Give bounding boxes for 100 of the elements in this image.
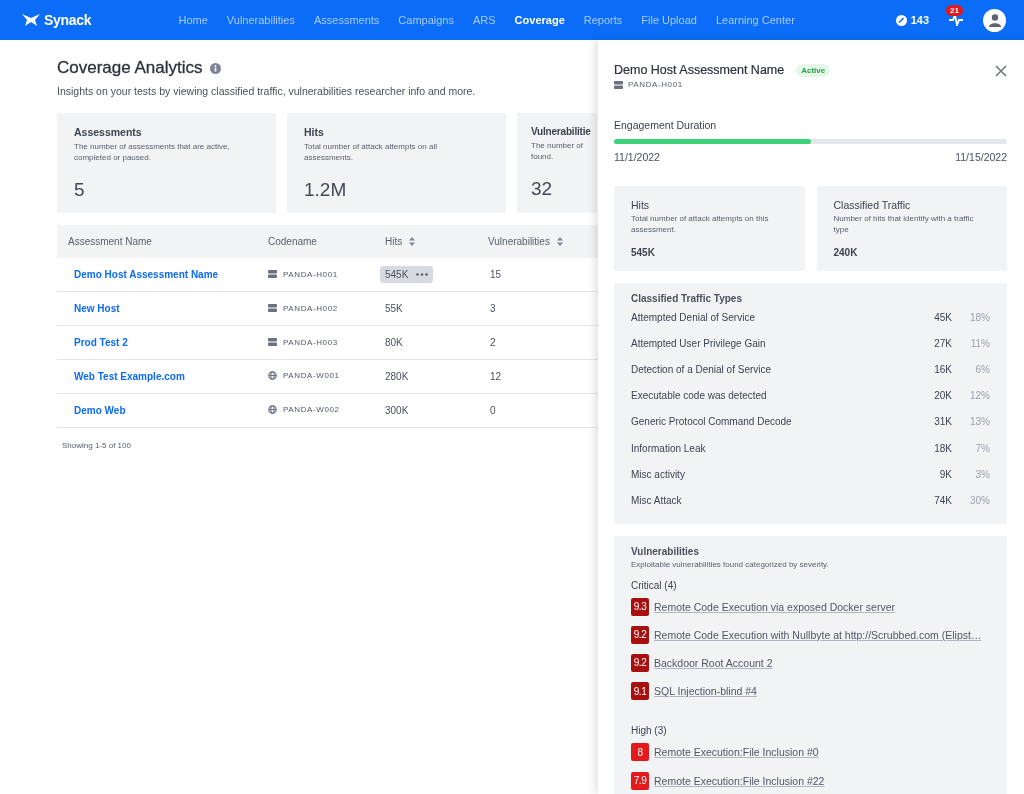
nav-tab[interactable]: Campaigns bbox=[389, 8, 463, 32]
points-count: 143 bbox=[910, 14, 929, 26]
traffic-percent: 11% bbox=[969, 337, 990, 349]
vulnerability-link[interactable]: Remote Code Execution with Nullbyte at http://Scrubbed.com (Elipst… bbox=[654, 628, 982, 641]
traffic-count: 18K bbox=[933, 442, 952, 454]
score-badge: 9.2 bbox=[631, 653, 649, 672]
codename: PANDA-H003 bbox=[283, 337, 338, 347]
severity-heading: Critical (4) bbox=[631, 579, 678, 591]
traffic-type: Information Leak bbox=[631, 442, 707, 454]
score-badge: 7.9 bbox=[631, 771, 649, 790]
vulnerability-count: 3 bbox=[490, 303, 496, 314]
traffic-type: Misc activity bbox=[631, 468, 686, 480]
stat-description: The number of found. bbox=[531, 140, 585, 162]
panel-description: Exploitable vulnerabilities found categorized by severity. bbox=[631, 559, 830, 569]
traffic-count: 20K bbox=[933, 390, 952, 402]
traffic-percent: 3% bbox=[974, 468, 990, 480]
pagination-summary: Showing 1-5 of 100 bbox=[61, 441, 132, 450]
more-icon[interactable] bbox=[416, 273, 429, 276]
traffic-count: 27K bbox=[933, 337, 952, 349]
nav-tab[interactable]: Home bbox=[170, 8, 217, 32]
nav-tab[interactable]: Assessments bbox=[305, 8, 388, 32]
score-badge: 9.2 bbox=[631, 625, 649, 644]
traffic-percent: 18% bbox=[969, 311, 990, 323]
hits-chip[interactable]: 545K bbox=[380, 266, 434, 283]
status-badge: Active bbox=[796, 63, 831, 77]
traffic-count: 9K bbox=[938, 468, 952, 480]
page-subtitle: Insights on your tests by viewing classified traffic, vulnerabilities researcher info and more. bbox=[57, 85, 477, 97]
column-header: Codename bbox=[257, 225, 374, 258]
server-icon bbox=[268, 304, 277, 312]
panel-title: Vulnerabilities bbox=[631, 545, 700, 557]
metric-description: Number of hits that identify with a traffic type bbox=[833, 213, 975, 235]
logo-icon bbox=[22, 13, 40, 27]
traffic-count: 31K bbox=[933, 416, 952, 428]
nav-tab[interactable]: Vulnerabilities bbox=[218, 8, 304, 32]
codename: PANDA-W001 bbox=[283, 371, 340, 380]
metric-value: 240K bbox=[833, 247, 859, 258]
vulnerability-link[interactable]: Remote Code Execution via exposed Docker server bbox=[654, 600, 896, 613]
hits-value: 300K bbox=[384, 404, 410, 418]
assessment-link[interactable]: New Host bbox=[74, 303, 120, 314]
codename: PANDA-H002 bbox=[283, 303, 338, 313]
codename: PANDA-W002 bbox=[283, 405, 340, 414]
vulnerability-count: 0 bbox=[490, 405, 496, 416]
assessment-link[interactable]: Prod Test 2 bbox=[74, 337, 128, 348]
codename: PANDA-H001 bbox=[283, 269, 338, 279]
assessment-link[interactable]: Web Test Example.com bbox=[74, 371, 185, 382]
nav-tab[interactable]: Reports bbox=[575, 8, 631, 32]
drawer-title: Demo Host Assessment Name bbox=[614, 63, 785, 77]
traffic-percent: 6% bbox=[974, 363, 990, 375]
globe-icon bbox=[268, 405, 277, 414]
assessment-link[interactable]: Demo Web bbox=[74, 405, 126, 416]
nav-tab[interactable]: File Upload bbox=[632, 8, 706, 32]
traffic-type: Attempted User Privilege Gain bbox=[631, 337, 767, 349]
vulnerability-count: 2 bbox=[490, 337, 496, 348]
vulnerability-link[interactable]: Backdoor Root Account 2 bbox=[654, 656, 773, 669]
info-icon[interactable] bbox=[209, 62, 221, 74]
end-date: 11/15/2022 bbox=[955, 151, 1007, 163]
traffic-percent: 13% bbox=[969, 416, 990, 428]
nav-tab[interactable]: ARS bbox=[464, 8, 505, 32]
start-date: 11/1/2022 bbox=[614, 151, 660, 163]
traffic-count: 45K bbox=[933, 311, 952, 323]
score-badge: 8 bbox=[631, 743, 649, 762]
traffic-type: Attempted Denial of Service bbox=[631, 311, 756, 323]
stat-title: Hits bbox=[304, 126, 325, 138]
stat-value: 1.2M bbox=[304, 179, 348, 201]
hits-value: 545K bbox=[385, 269, 409, 280]
assessment-link[interactable]: Demo Host Assessment Name bbox=[74, 269, 219, 280]
column-header: Assessment Name bbox=[57, 225, 257, 258]
panel-title: Classified Traffic Types bbox=[631, 293, 743, 304]
close-button[interactable] bbox=[995, 65, 1007, 77]
codename: PANDA-H001 bbox=[628, 80, 683, 89]
avatar-icon[interactable] bbox=[983, 8, 1006, 32]
notification-badge: 21 bbox=[946, 5, 963, 16]
nav-tab[interactable]: Coverage bbox=[506, 8, 574, 32]
hits-value: 80K bbox=[384, 336, 404, 350]
column-header[interactable]: Hits bbox=[374, 225, 477, 258]
vulnerability-count: 12 bbox=[490, 371, 502, 382]
traffic-type: Generic Protocol Command Decode bbox=[631, 416, 793, 428]
stat-description: Total number of attack attempts on all assessments. bbox=[304, 141, 438, 163]
traffic-percent: 7% bbox=[974, 442, 990, 454]
sort-icon[interactable] bbox=[409, 237, 416, 246]
traffic-count: 74K bbox=[933, 494, 952, 506]
stat-value: 5 bbox=[74, 179, 86, 201]
logo-text: Synack bbox=[44, 12, 92, 28]
column-header[interactable]: Vulnerabilities bbox=[477, 225, 598, 258]
vulnerability-link[interactable]: Remote Execution:File Inclusion #0 bbox=[654, 746, 819, 759]
vulnerability-count: 15 bbox=[490, 269, 502, 280]
vulnerability-link[interactable]: SQL Injection-blind #4 bbox=[654, 685, 757, 698]
points-icon bbox=[895, 14, 907, 26]
vulnerability-link[interactable]: Remote Execution:File Inclusion #22 bbox=[654, 774, 825, 787]
nav-tab[interactable]: Learning Center bbox=[707, 8, 804, 32]
severity-heading: High (3) bbox=[631, 725, 668, 737]
pulse-icon[interactable] bbox=[949, 14, 963, 26]
sort-icon[interactable] bbox=[556, 237, 563, 246]
traffic-percent: 12% bbox=[969, 390, 990, 402]
hits-value: 280K bbox=[384, 370, 410, 384]
traffic-type: Detection of a Denial of Service bbox=[631, 363, 773, 375]
traffic-type: Executable code was detected bbox=[631, 390, 768, 402]
traffic-percent: 30% bbox=[969, 494, 990, 506]
stat-value: 32 bbox=[531, 178, 554, 200]
score-badge: 9.3 bbox=[631, 597, 649, 616]
